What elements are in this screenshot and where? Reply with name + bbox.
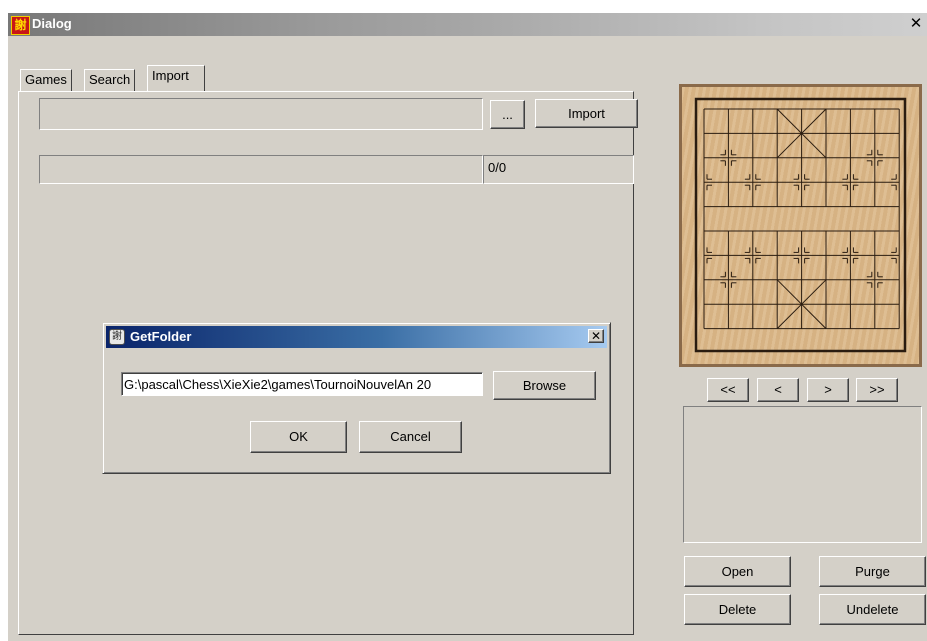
import-progress-bar xyxy=(39,155,483,184)
board-grid xyxy=(694,97,907,353)
board-border xyxy=(694,97,907,353)
tab-games[interactable]: Games xyxy=(20,69,72,91)
import-file-field[interactable] xyxy=(39,98,483,130)
delete-button[interactable]: Delete xyxy=(684,594,791,625)
import-browse-button[interactable]: ... xyxy=(490,100,525,129)
close-icon[interactable]: ✕ xyxy=(908,15,924,32)
ok-button[interactable]: OK xyxy=(250,421,347,453)
import-button[interactable]: Import xyxy=(535,99,638,128)
get-folder-title: GetFolder xyxy=(130,329,192,344)
title-bar[interactable]: 謝 Dialog ✕ xyxy=(8,13,927,36)
get-folder-title-bar[interactable]: 謝 GetFolder ✕ xyxy=(106,326,607,348)
board-preview xyxy=(679,84,922,367)
open-button[interactable]: Open xyxy=(684,556,791,587)
tab-import[interactable]: Import xyxy=(147,65,205,91)
app-icon: 謝 xyxy=(11,16,30,35)
import-progress-count: 0/0 xyxy=(483,155,634,184)
prev-move-button[interactable]: < xyxy=(757,378,799,402)
folder-app-icon: 謝 xyxy=(109,329,125,345)
last-move-button[interactable]: >> xyxy=(856,378,898,402)
tab-search[interactable]: Search xyxy=(84,69,136,91)
cancel-button[interactable]: Cancel xyxy=(359,421,462,453)
first-move-button[interactable]: << xyxy=(707,378,749,402)
next-move-button[interactable]: > xyxy=(807,378,849,402)
board-lines xyxy=(703,108,900,330)
move-list[interactable] xyxy=(683,406,922,543)
purge-button[interactable]: Purge xyxy=(819,556,926,587)
undelete-button[interactable]: Undelete xyxy=(819,594,926,625)
window-title: Dialog xyxy=(32,16,72,31)
close-icon[interactable]: ✕ xyxy=(588,329,604,343)
folder-path-input[interactable] xyxy=(121,372,483,396)
get-folder-dialog: 謝 GetFolder ✕ Browse OK Cancel xyxy=(102,322,611,474)
folder-browse-button[interactable]: Browse xyxy=(493,371,596,400)
xiangqi-board xyxy=(682,87,919,364)
